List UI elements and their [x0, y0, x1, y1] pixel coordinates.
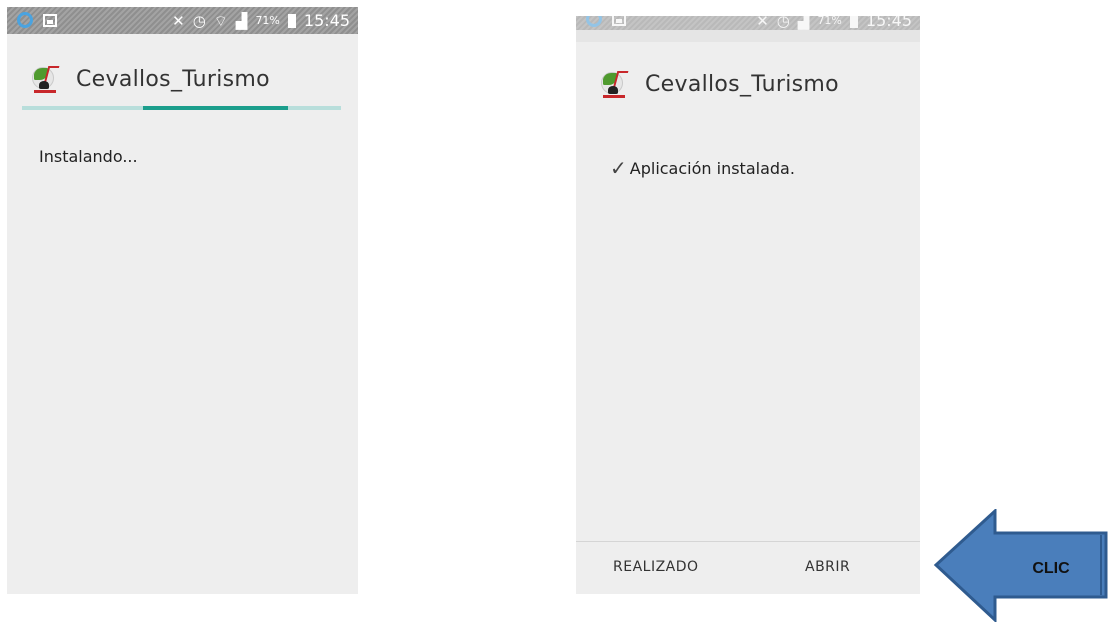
check-icon: ✓ — [610, 156, 627, 180]
battery-icon — [287, 13, 296, 28]
cevallos-logo-icon — [30, 64, 60, 94]
alarm-icon: ◷ — [776, 16, 790, 30]
battery-percent: 71% — [255, 14, 280, 27]
app-title: Cevallos_Turismo — [645, 71, 839, 97]
circle-notification-icon — [17, 12, 33, 28]
status-bar-faded: ✕ ◷ ▟ 71% 15:45 — [576, 16, 920, 30]
faded-notification-remnant — [576, 30, 920, 42]
installing-message: Instalando... — [39, 147, 138, 166]
installed-message-row: ✓ Aplicación instalada. — [610, 158, 795, 178]
battery-percent: 71% — [817, 16, 842, 27]
mute-icon: ✕ — [756, 16, 769, 30]
open-button[interactable]: ABRIR — [805, 559, 850, 575]
battery-icon — [849, 16, 858, 28]
arrow-label: CLIC — [1032, 560, 1070, 577]
install-progress-fill — [143, 106, 288, 110]
wifi-icon: ⌔ — [213, 11, 228, 30]
arrow-shape — [933, 509, 1108, 622]
app-header: Cevallos_Turismo — [7, 64, 358, 94]
action-footer: REALIZADO ABRIR — [576, 541, 920, 594]
status-time: 15:45 — [303, 11, 350, 30]
cevallos-logo-icon — [599, 69, 629, 99]
signal-icon: ▟ — [797, 16, 810, 30]
installed-message: Aplicación instalada. — [629, 158, 795, 178]
status-time: 15:45 — [865, 16, 912, 30]
signal-icon: ▟ — [235, 11, 248, 30]
app-title: Cevallos_Turismo — [76, 66, 270, 92]
circle-notification-icon — [586, 16, 602, 27]
status-bar: ✕ ◷ ⌔ ▟ 71% 15:45 — [7, 7, 358, 34]
image-icon — [612, 16, 626, 26]
installing-screen: ✕ ◷ ⌔ ▟ 71% 15:45 Cevallos_Turismo Insta… — [7, 7, 358, 594]
alarm-icon: ◷ — [192, 11, 206, 30]
app-header: Cevallos_Turismo — [576, 69, 920, 99]
done-button[interactable]: REALIZADO — [613, 559, 699, 575]
installed-screen: ✕ ◷ ▟ 71% 15:45 Cevallos_Turismo ✓ Aplic… — [576, 16, 920, 594]
install-progress-bar — [22, 106, 341, 110]
clic-arrow-icon: CLIC — [933, 509, 1108, 622]
mute-icon: ✕ — [172, 11, 185, 30]
image-icon — [43, 13, 57, 27]
